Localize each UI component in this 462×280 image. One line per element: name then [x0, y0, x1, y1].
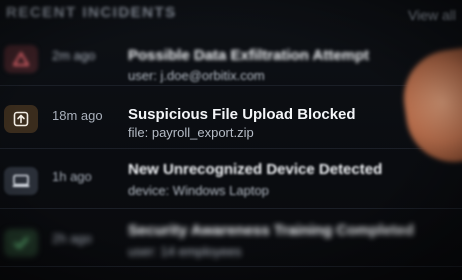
incident-title: Suspicious File Upload Blocked [128, 106, 356, 123]
incident-row[interactable]: 18m ago Suspicious File Upload Blocked f… [0, 91, 462, 149]
incident-detail: device: Windows Laptop [128, 183, 269, 198]
incident-detail: user: j.doe@orbitix.com [128, 68, 265, 83]
incident-detail: file: payroll_export.zip [128, 125, 254, 140]
incident-row[interactable]: 1h ago New Unrecognized Device Detected … [0, 151, 462, 209]
checkmark-icon [4, 229, 38, 257]
laptop-icon [4, 167, 38, 195]
incident-time: 18m ago [52, 108, 103, 123]
view-all-link[interactable]: View all [408, 7, 456, 23]
upload-icon [4, 105, 38, 133]
incident-title: New Unrecognized Device Detected [128, 161, 383, 178]
incidents-screen: RECENT INCIDENTS View all 2m ago Possibl… [0, 0, 462, 280]
incident-row[interactable]: 2h ago Security Awareness Training Compl… [0, 209, 462, 267]
incident-title: Security Awareness Training Completed [128, 222, 414, 239]
incident-title: Possible Data Exfiltration Attempt [128, 47, 370, 64]
incident-time: 2h ago [52, 231, 92, 246]
incident-detail: user: 14 employees [128, 244, 242, 259]
warning-triangle-icon [4, 45, 38, 73]
section-title: RECENT INCIDENTS [6, 4, 177, 21]
incident-time: 1h ago [52, 169, 92, 184]
incident-row[interactable]: 2m ago Possible Data Exfiltration Attemp… [0, 28, 462, 86]
incident-time: 2m ago [52, 48, 96, 63]
